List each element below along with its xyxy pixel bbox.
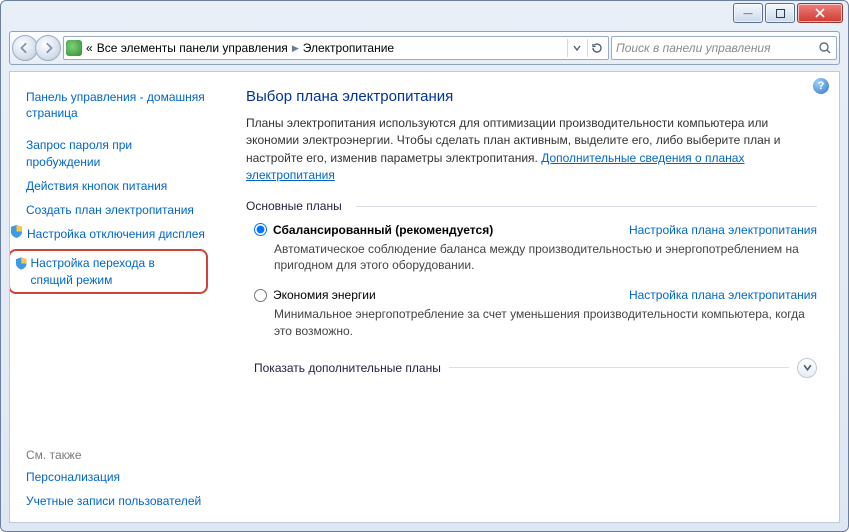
chevron-right-icon: ▶: [292, 43, 299, 54]
plan-settings-link[interactable]: Настройка плана электропитания: [629, 223, 817, 237]
see-also-label: См. также: [26, 448, 208, 464]
group-label: Основные планы: [246, 199, 817, 213]
plan-description: Минимальное энергопотребление за счет ум…: [274, 306, 817, 340]
nav-bar: « Все элементы панели управления ▶ Элект…: [9, 31, 840, 65]
sidebar: Панель управления - домашняя страница За…: [10, 72, 218, 522]
power-icon: [66, 40, 82, 56]
forward-button[interactable]: [35, 35, 61, 61]
power-plan: Экономия энергии Настройка плана электро…: [254, 288, 817, 340]
address-bar[interactable]: « Все элементы панели управления ▶ Элект…: [63, 36, 609, 60]
maximize-button[interactable]: [765, 3, 795, 23]
address-dropdown[interactable]: [567, 39, 586, 57]
plan-settings-link[interactable]: Настройка плана электропитания: [629, 288, 817, 302]
sidebar-link[interactable]: Настройка отключения дисплея: [27, 223, 205, 245]
close-button[interactable]: [797, 3, 843, 23]
sidebar-link[interactable]: Создать план электропитания: [26, 199, 208, 221]
content-area: ? Панель управления - домашняя страница …: [9, 71, 840, 523]
window: — « Все элементы панели управления ▶ Эле…: [0, 0, 849, 532]
sidebar-link[interactable]: Действия кнопок питания: [26, 175, 208, 197]
sidebar-link-sleep-settings[interactable]: Настройка перехода в спящий режим: [31, 255, 200, 287]
breadcrumb-prefix: «: [86, 41, 93, 55]
main-panel: Выбор плана электропитания Планы электро…: [218, 72, 839, 522]
sidebar-see-also-link[interactable]: Учетные записи пользователей: [26, 490, 208, 512]
shield-icon: [16, 257, 27, 270]
plan-name: Экономия энергии: [273, 288, 376, 302]
divider: [449, 367, 789, 368]
refresh-button[interactable]: [587, 39, 606, 57]
expand-button[interactable]: [797, 358, 817, 378]
breadcrumb-item[interactable]: Электропитание: [303, 41, 394, 55]
breadcrumb-item[interactable]: Все элементы панели управления: [97, 41, 288, 55]
search-icon: [818, 41, 832, 55]
plan-name: Сбалансированный (рекомендуется): [273, 223, 493, 237]
page-title: Выбор плана электропитания: [246, 88, 817, 105]
plan-radio-balanced[interactable]: [254, 223, 267, 236]
sidebar-see-also-link[interactable]: Персонализация: [26, 466, 208, 488]
help-icon[interactable]: ?: [813, 78, 829, 94]
plan-description: Автоматическое соблюдение баланса между …: [274, 241, 817, 275]
highlighted-sidebar-item: Настройка перехода в спящий режим: [9, 249, 208, 293]
search-placeholder: Поиск в панели управления: [616, 41, 771, 55]
sidebar-link[interactable]: Запрос пароля при пробуждении: [26, 134, 208, 172]
search-input[interactable]: Поиск в панели управления: [611, 36, 837, 60]
plan-radio-powersaver[interactable]: [254, 289, 267, 302]
show-more-label: Показать дополнительные планы: [254, 361, 441, 375]
intro-text: Планы электропитания используются для оп…: [246, 115, 817, 185]
shield-icon: [10, 225, 23, 238]
sidebar-home-link[interactable]: Панель управления - домашняя страница: [26, 86, 208, 124]
power-plan: Сбалансированный (рекомендуется) Настрой…: [254, 223, 817, 275]
titlebar: —: [1, 1, 848, 31]
minimize-button[interactable]: —: [733, 3, 763, 23]
